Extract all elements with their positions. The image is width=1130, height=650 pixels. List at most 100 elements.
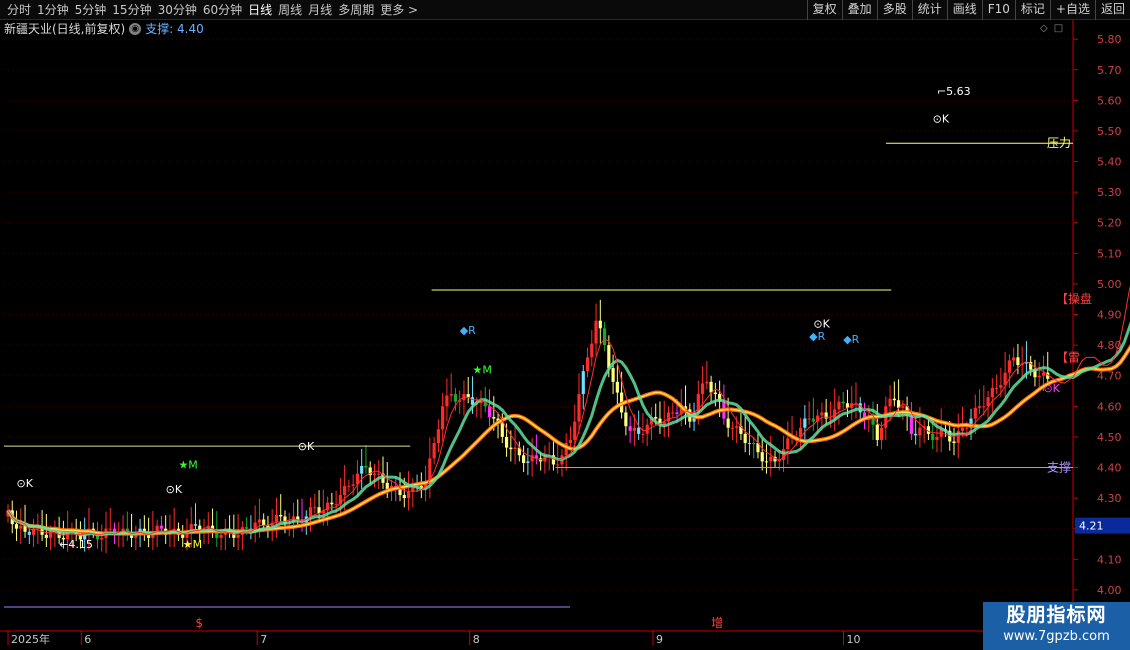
candle-body <box>879 427 884 440</box>
candle-body <box>990 387 994 398</box>
event-marker: $ <box>195 616 203 630</box>
candle-body <box>1041 372 1046 376</box>
candle-body <box>568 439 573 444</box>
candle-body <box>262 519 266 526</box>
candle-body <box>811 418 815 422</box>
candle-body <box>803 418 807 428</box>
y-tick-label: 4.50 <box>1097 431 1122 444</box>
date-label: 9 <box>656 633 663 646</box>
candle-body <box>675 412 679 414</box>
candle-body <box>705 381 709 384</box>
candle-body <box>1012 357 1016 361</box>
y-tick-label: 5.60 <box>1097 94 1122 107</box>
candle-body <box>360 465 364 474</box>
candle-body <box>752 443 756 445</box>
candle-body <box>700 383 705 395</box>
y-tick-label: 5.50 <box>1097 125 1122 138</box>
candle-body <box>522 455 526 463</box>
y-tick-label: 4.40 <box>1097 462 1122 475</box>
y-tick-label: 4.70 <box>1097 370 1122 383</box>
candle-body <box>598 320 602 329</box>
candle-body <box>27 531 31 535</box>
y-tick-label: 4.00 <box>1097 584 1122 597</box>
candle-body <box>100 537 104 540</box>
signal-annotation: ★M <box>472 364 491 377</box>
candle-body <box>807 418 811 420</box>
candle-body <box>888 398 892 407</box>
candle-body <box>466 394 470 398</box>
candle-body <box>402 495 406 499</box>
signal-annotation: ◆R <box>843 333 859 346</box>
y-tick-label: 5.80 <box>1097 33 1122 46</box>
ma-short-line <box>7 284 1130 536</box>
y-tick-label: 5.10 <box>1097 247 1122 260</box>
candle-body <box>436 429 440 444</box>
candle-body <box>487 406 492 418</box>
candle-body <box>577 394 581 422</box>
candle-body <box>743 433 747 444</box>
candle-body <box>343 485 347 496</box>
candle-body <box>347 485 351 487</box>
candle-body <box>14 524 19 529</box>
candle-body <box>19 525 23 529</box>
candle-body <box>193 524 198 526</box>
date-label: 7 <box>260 633 267 646</box>
signal-annotation: ⊙K <box>17 477 34 490</box>
candle-body <box>786 438 790 450</box>
candle-body <box>960 427 965 431</box>
candle-body <box>909 415 913 434</box>
candle-body <box>965 427 969 429</box>
candle-body <box>918 427 922 436</box>
candle-body <box>44 534 48 538</box>
candle-body <box>641 433 645 435</box>
candle-body <box>982 406 986 408</box>
y-tick-label: 4.80 <box>1097 339 1122 352</box>
candle-body <box>637 427 641 434</box>
candle-body <box>871 418 875 425</box>
edge-label: 【雷 <box>1056 350 1080 364</box>
candle-body <box>313 507 317 509</box>
candle-body <box>108 528 112 530</box>
candle-body <box>713 392 717 395</box>
candle-body <box>841 401 845 404</box>
date-label: 6 <box>84 633 91 646</box>
candle-body <box>828 418 833 420</box>
candle-body <box>279 514 283 517</box>
watermark-title: 股朋指标网 <box>1006 604 1107 626</box>
candle-body <box>820 412 824 416</box>
candle-body <box>611 368 615 382</box>
y-tick-label: 5.00 <box>1097 278 1122 291</box>
candle-body <box>760 452 764 462</box>
candle-body <box>1007 360 1011 373</box>
signal-annotation: ◆R <box>460 324 476 337</box>
candle-body <box>769 456 773 462</box>
candle-body <box>632 427 636 431</box>
kline-chart[interactable]: 5.80 5.70 5.60 5.50 5.40 5.30 5.20 5.10 5.00 4.90… <box>0 0 1130 650</box>
signal-annotation: ★M <box>183 538 202 551</box>
signal-annotation: ←4.15 <box>59 538 93 551</box>
candle-body <box>377 473 381 475</box>
date-label: 8 <box>473 633 480 646</box>
candle-body <box>999 384 1003 388</box>
y-tick-label: 5.30 <box>1097 186 1122 199</box>
price-level-label: 压力 <box>1047 136 1071 150</box>
candle-body <box>159 525 164 529</box>
signal-annotation: ⊙K <box>1043 382 1060 395</box>
candle-body <box>935 436 939 440</box>
candle-body <box>709 381 713 393</box>
candle-body <box>585 357 590 372</box>
signal-annotation: ⊙K <box>933 113 950 126</box>
candle-body <box>526 461 530 463</box>
candle-body <box>513 447 517 450</box>
candle-body <box>492 417 496 419</box>
candle-body <box>581 371 585 395</box>
candle-body <box>453 394 458 402</box>
y-tick-label: 4.10 <box>1097 553 1122 566</box>
candle-body <box>257 519 262 523</box>
date-label: 10 <box>847 633 861 646</box>
candle-body <box>726 418 730 428</box>
current-price-label: 4.21 <box>1079 520 1104 533</box>
y-tick-label: 5.70 <box>1097 64 1122 77</box>
candle-body <box>730 427 735 429</box>
candle-body <box>236 534 240 538</box>
